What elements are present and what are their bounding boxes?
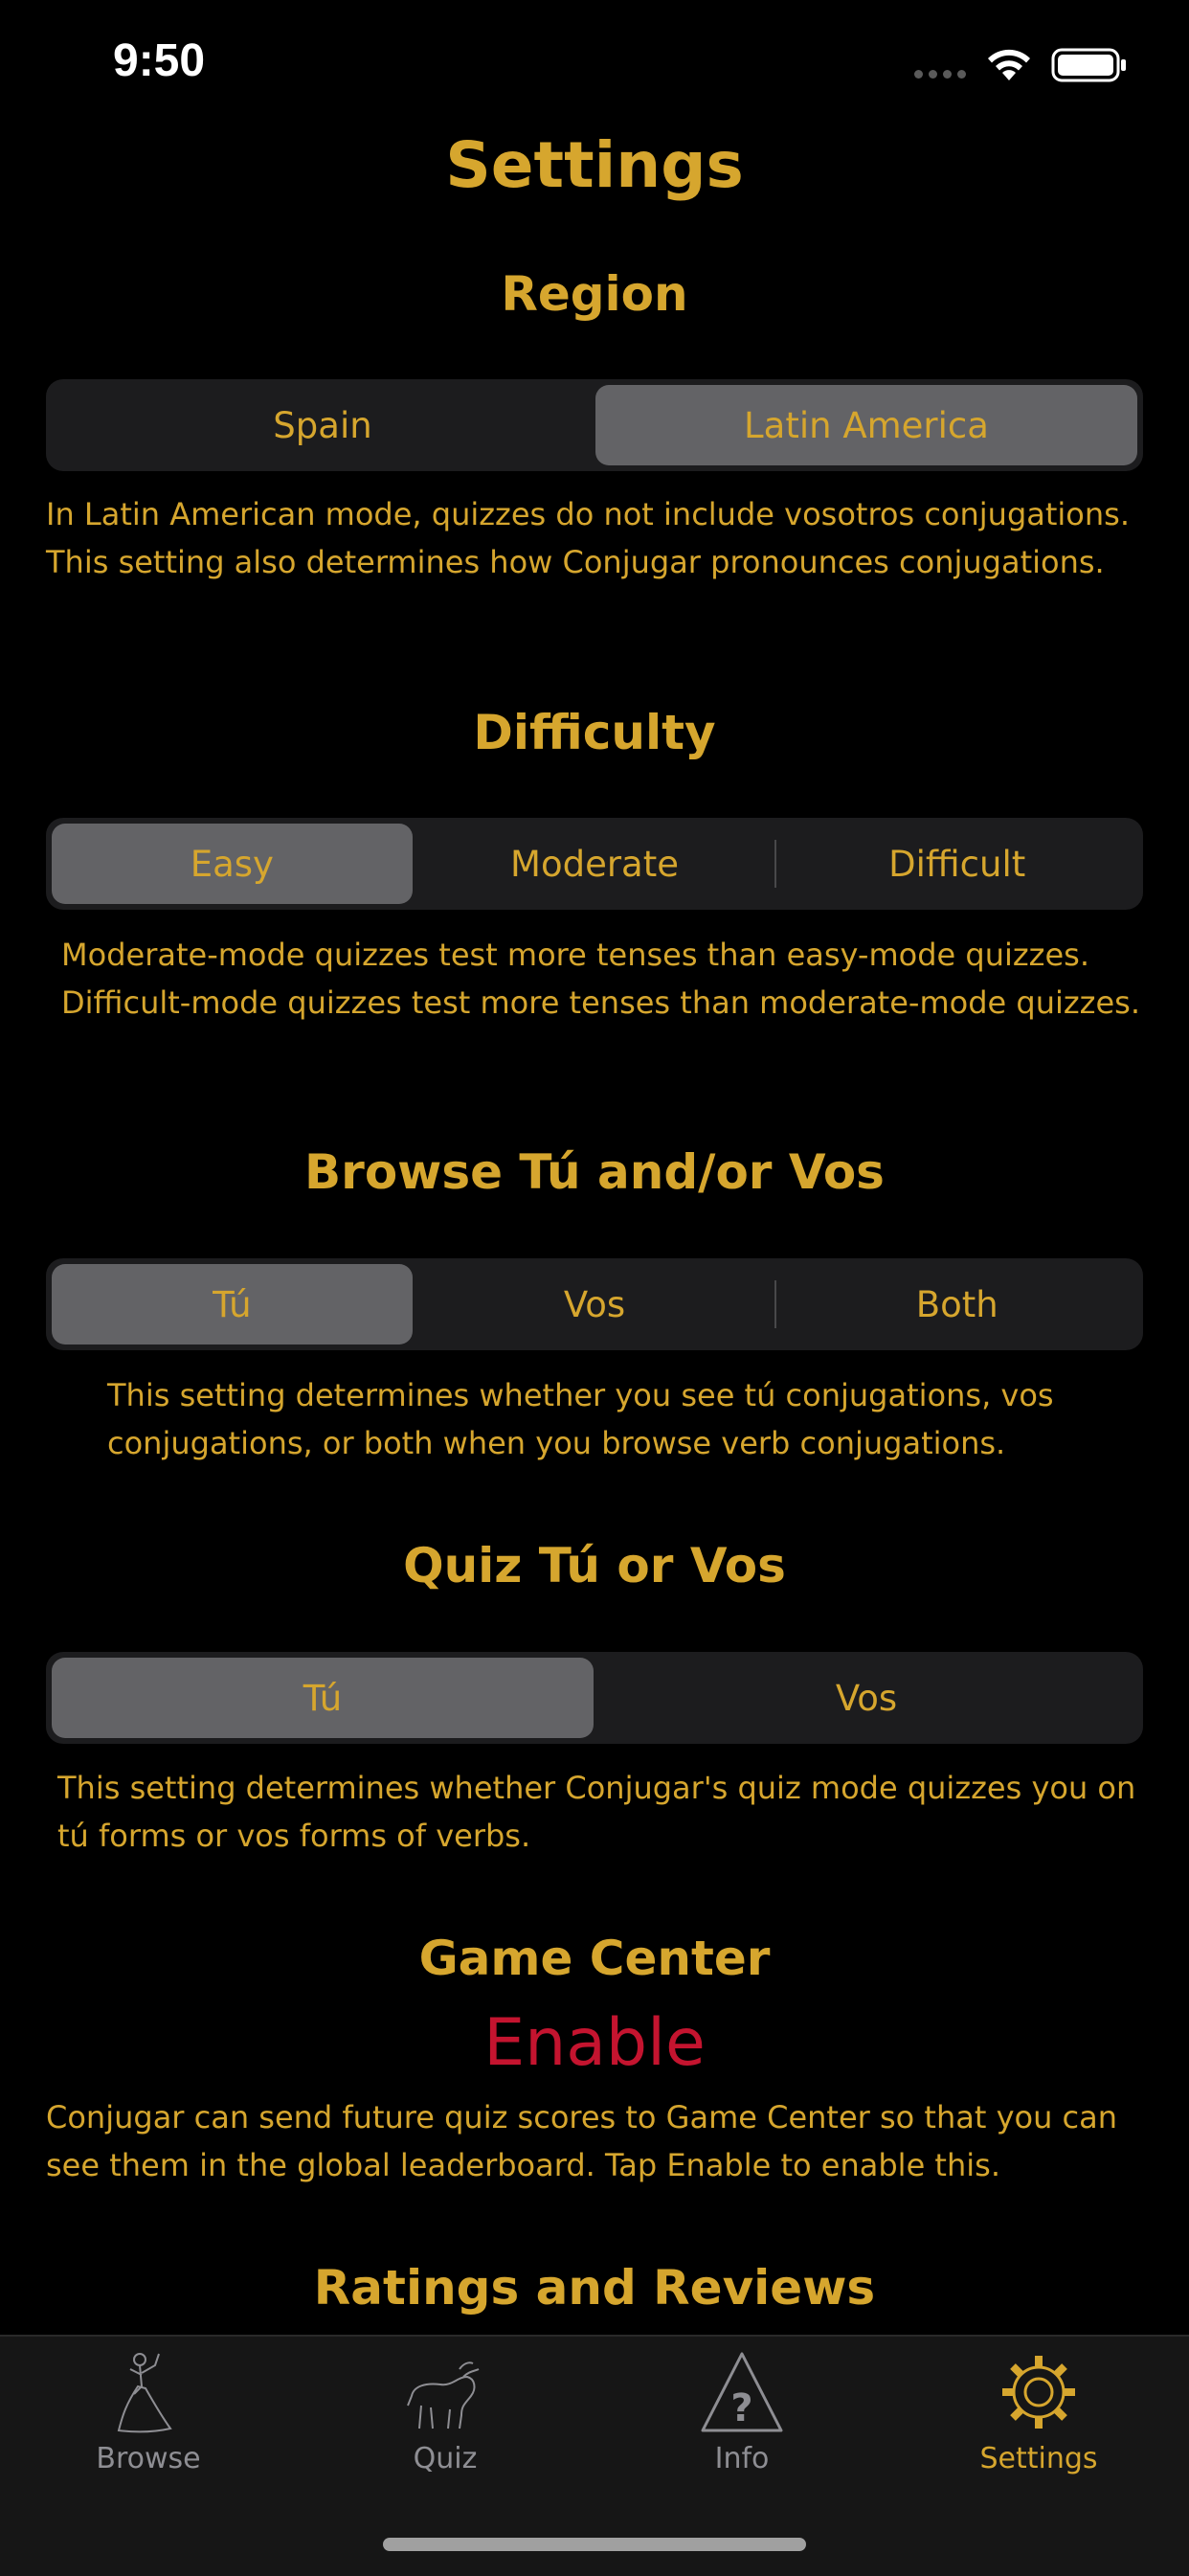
status-time: 9:50: [113, 35, 206, 86]
difficulty-description: Moderate-mode quizzes test more tenses t…: [61, 937, 1140, 1021]
gear-icon: [1002, 2356, 1075, 2429]
browse-option-tu[interactable]: Tú: [52, 1264, 413, 1344]
browse-option-both[interactable]: Both: [776, 1264, 1137, 1344]
browse-option-vos[interactable]: Vos: [415, 1264, 775, 1344]
svg-text:?: ?: [730, 2386, 752, 2430]
tab-quiz[interactable]: Quiz: [297, 2337, 594, 2490]
tab-quiz-label: Quiz: [413, 2442, 478, 2475]
region-heading: Region: [501, 266, 688, 322]
quiz-tu-vos-heading: Quiz Tú or Vos: [403, 1538, 786, 1593]
cellular-signal-icon: [914, 70, 966, 79]
tab-browse[interactable]: Browse: [0, 2337, 297, 2490]
battery-icon: [1051, 48, 1126, 82]
browse-tu-vos-segmented-control: Tú Vos Both: [46, 1258, 1143, 1350]
page-title: Settings: [445, 128, 744, 202]
difficulty-option-easy[interactable]: Easy: [52, 824, 413, 904]
tab-info[interactable]: ? Info: [594, 2337, 890, 2490]
question-triangle-icon: ?: [701, 2352, 783, 2432]
bull-icon: [407, 2361, 480, 2429]
difficulty-option-difficult[interactable]: Difficult: [776, 824, 1137, 904]
game-center-enable-button[interactable]: Enable: [0, 2005, 1189, 2081]
tab-settings-label: Settings: [979, 2442, 1098, 2475]
region-description: In Latin American mode, quizzes do not i…: [46, 496, 1130, 580]
difficulty-segmented-control: Easy Moderate Difficult: [46, 818, 1143, 910]
home-indicator: [383, 2538, 806, 2551]
region-segmented-control: Spain Latin America: [46, 379, 1143, 471]
quiz-tu-vos-segmented-control: Tú Vos: [46, 1652, 1143, 1744]
ratings-heading: Ratings and Reviews: [313, 2260, 876, 2316]
wifi-icon: [988, 49, 1030, 80]
browse-tu-vos-heading: Browse Tú and/or Vos: [304, 1144, 885, 1200]
quiz-option-vos[interactable]: Vos: [595, 1658, 1137, 1738]
quiz-tu-vos-description: This setting determines whether Conjugar…: [57, 1770, 1136, 1854]
tab-settings[interactable]: Settings: [890, 2337, 1187, 2490]
region-option-spain[interactable]: Spain: [52, 385, 594, 465]
difficulty-option-moderate[interactable]: Moderate: [415, 824, 775, 904]
quiz-option-tu[interactable]: Tú: [52, 1658, 594, 1738]
browse-tu-vos-description: This setting determines whether you see …: [107, 1377, 1054, 1461]
tab-browse-label: Browse: [96, 2442, 201, 2475]
game-center-heading: Game Center: [418, 1931, 771, 1986]
dancer-icon: [117, 2353, 172, 2433]
region-option-latin-america[interactable]: Latin America: [595, 385, 1137, 465]
tab-info-label: Info: [714, 2442, 770, 2475]
status-bar: 9:50: [0, 0, 1189, 124]
difficulty-heading: Difficulty: [473, 705, 716, 760]
game-center-description: Conjugar can send future quiz scores to …: [46, 2099, 1118, 2183]
